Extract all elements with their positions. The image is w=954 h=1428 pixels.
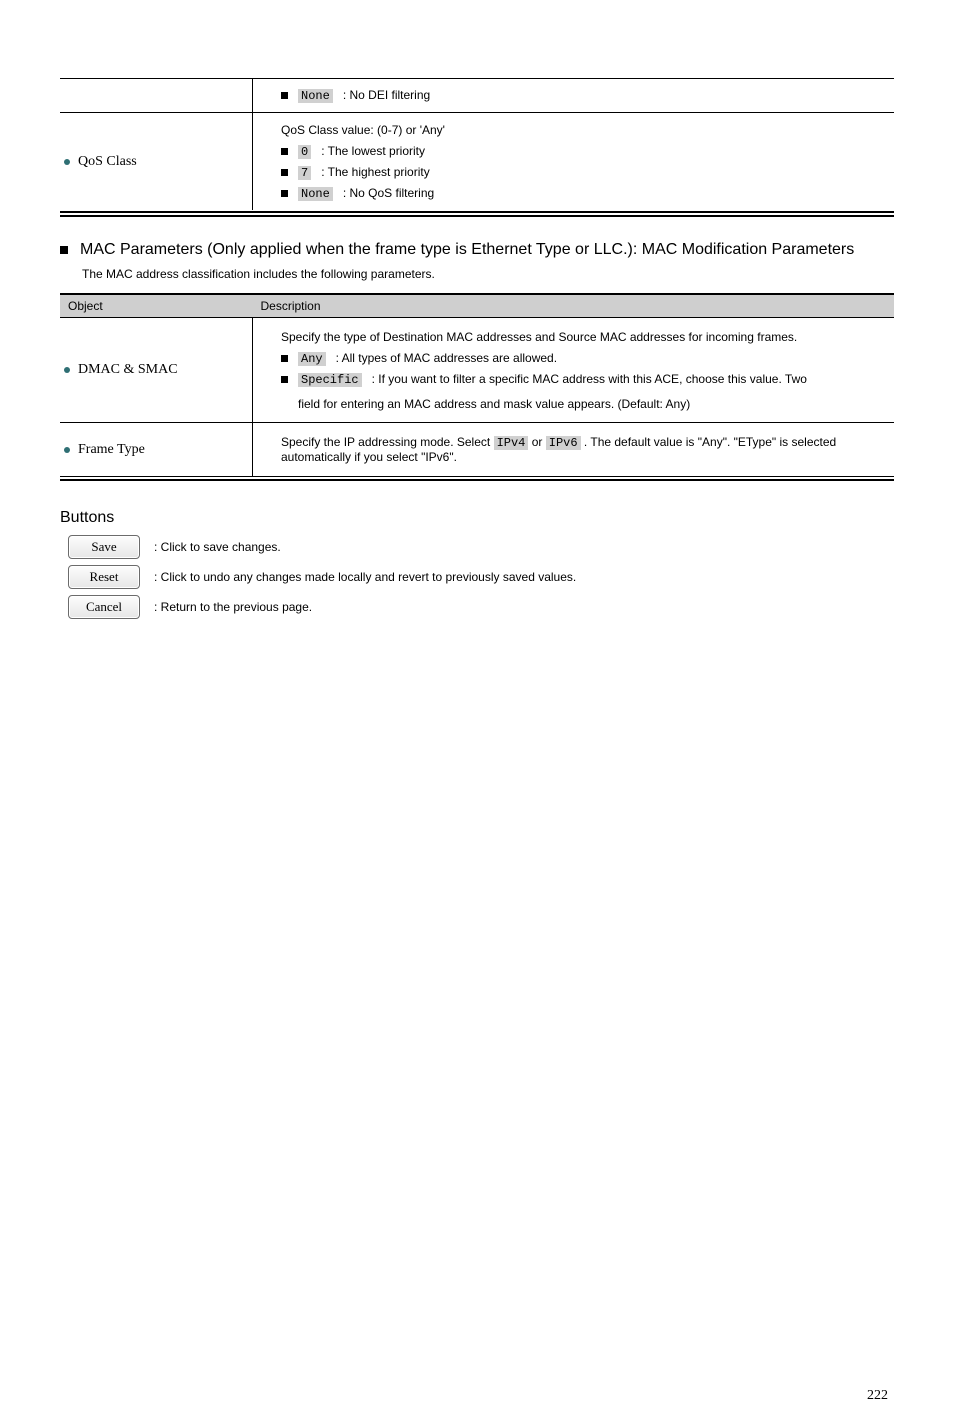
table-mac-params: Object Description DMAC & SMAC Specify t… (60, 293, 894, 476)
reset-desc: : Click to undo any changes made locally… (154, 570, 894, 584)
table-fragment-1: None : No DEI filtering QoS Class QoS Cl… (60, 78, 894, 210)
code-7: 7 (298, 166, 311, 180)
square-bullet-icon (281, 169, 288, 176)
cancel-desc: : Return to the previous page. (154, 600, 894, 614)
dot-icon (64, 159, 70, 165)
save-button[interactable]: Save (68, 535, 140, 559)
row-label-dmac-smac: DMAC & SMAC (64, 362, 244, 378)
buttons-title: Buttons (60, 509, 894, 527)
square-bullet-icon (281, 376, 288, 383)
dmac-bullet-any: Any : All types of MAC addresses are all… (281, 348, 886, 369)
dot-icon (64, 447, 70, 453)
page-number: 222 (867, 1388, 888, 1404)
frame-type-text: Specify the IP addressing mode. Select I… (281, 435, 886, 464)
button-row-reset: Reset : Click to undo any changes made l… (68, 565, 894, 589)
qos-intro: QoS Class value: (0-7) or 'Any' (281, 123, 886, 137)
square-bullet-icon (281, 355, 288, 362)
code-ipv6: IPv6 (546, 436, 581, 450)
square-bullet-icon (281, 92, 288, 99)
code-ipv4: IPv4 (494, 436, 529, 450)
row-label-qos-class: QoS Class (64, 154, 244, 170)
code-specific: Specific (298, 373, 362, 387)
cancel-button[interactable]: Cancel (68, 595, 140, 619)
square-bullet-icon (281, 190, 288, 197)
qos-bullet-0: 0 : The lowest priority (281, 141, 886, 162)
code-0: 0 (298, 145, 311, 159)
section-sub: The MAC address classification includes … (82, 267, 894, 281)
dmac-bullet-specific: Specific : If you want to filter a speci… (281, 369, 886, 414)
section-header-mac-modify: MAC Parameters (Only applied when the fr… (60, 241, 894, 259)
save-desc: : Click to save changes. (154, 540, 894, 554)
row-label-frame-type: Frame Type (64, 442, 244, 458)
code-none-2: None (298, 187, 333, 201)
code-any: Any (298, 352, 326, 366)
button-row-cancel: Cancel : Return to the previous page. (68, 595, 894, 619)
row-prev-bullet-none: None : No DEI filtering (281, 85, 886, 106)
col-header-description: Description (253, 294, 895, 318)
dmac-intro: Specify the type of Destination MAC addr… (281, 330, 886, 344)
col-header-object: Object (60, 294, 253, 318)
code-none-1: None (298, 89, 333, 103)
reset-button[interactable]: Reset (68, 565, 140, 589)
button-row-save: Save : Click to save changes. (68, 535, 894, 559)
square-bullet-icon (281, 148, 288, 155)
qos-bullet-none: None : No QoS filtering (281, 183, 886, 204)
square-bullet-icon (60, 246, 68, 254)
qos-bullet-7: 7 : The highest priority (281, 162, 886, 183)
dot-icon (64, 367, 70, 373)
